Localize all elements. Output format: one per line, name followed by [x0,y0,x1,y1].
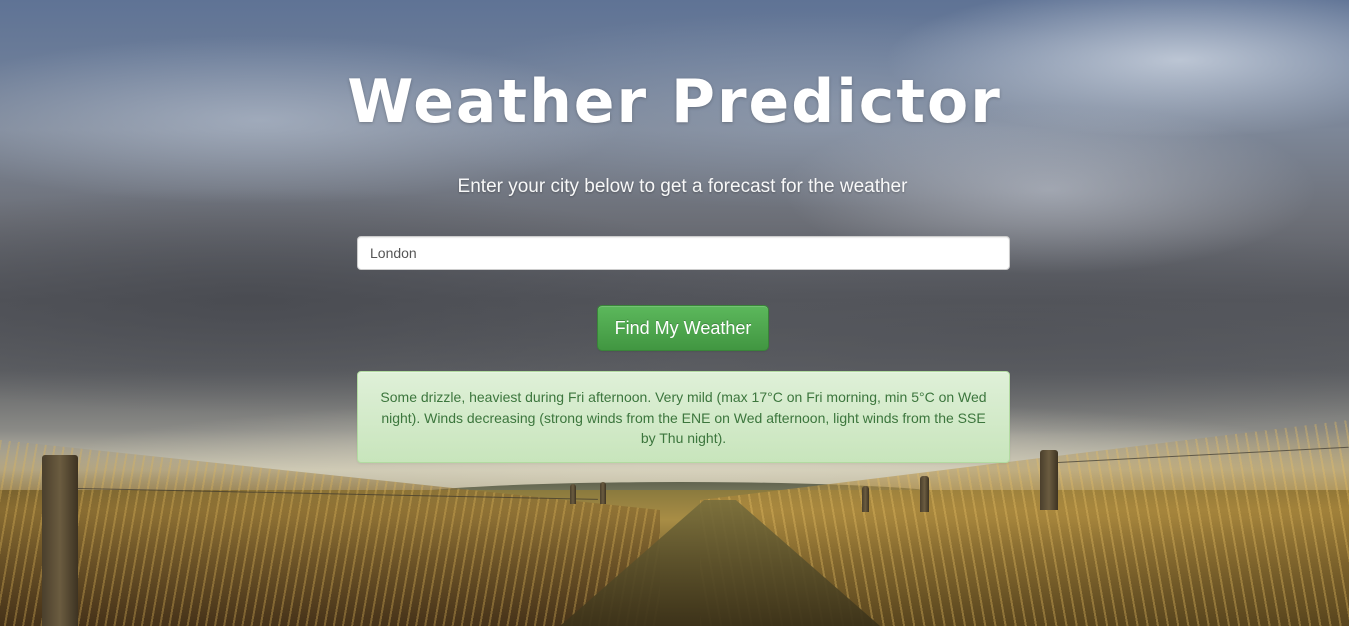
find-weather-button[interactable]: Find My Weather [597,305,769,351]
city-input[interactable] [357,236,1010,270]
page-title: Weather Predictor [347,67,1002,137]
page-subtitle: Enter your city below to get a forecast … [457,176,908,197]
main-container: Weather Predictor Enter your city below … [0,0,1349,626]
forecast-alert: Some drizzle, heaviest during Fri aftern… [357,371,1010,463]
